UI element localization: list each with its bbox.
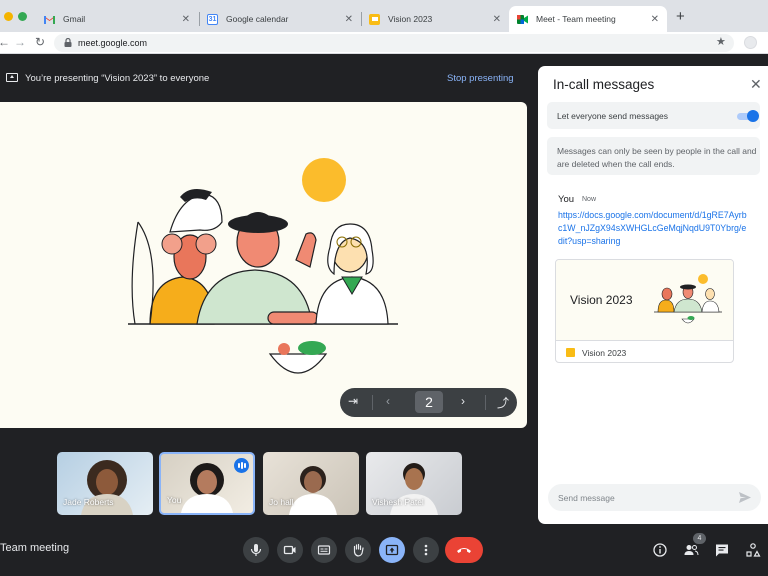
tab-vision-2023[interactable]: Vision 2023 ✕ (361, 6, 509, 32)
meeting-title: Team meeting (0, 542, 70, 554)
privacy-note-text: Messages can only be seen by people in t… (557, 146, 757, 169)
microphone-button[interactable] (243, 537, 269, 563)
lock-icon (64, 38, 72, 47)
chat-icon[interactable] (714, 542, 730, 558)
participant-tile[interactable]: Vishesh Patel (366, 452, 462, 515)
gmail-icon (44, 14, 55, 25)
privacy-note: Messages can only be seen by people in t… (547, 137, 760, 175)
participant-name: Jade Roberts (63, 497, 114, 507)
speaking-indicator-icon (234, 458, 249, 473)
people-count-badge: 4 (693, 533, 706, 544)
reload-icon[interactable]: ↻ (35, 35, 45, 49)
new-tab-button[interactable]: + (676, 8, 685, 25)
camera-button[interactable] (277, 537, 303, 563)
allow-messages-toggle[interactable] (737, 110, 759, 122)
participant-tile[interactable]: Jade Roberts (57, 452, 153, 515)
control-divider (485, 395, 486, 410)
in-call-messages-panel: In-call messages ✕ Let everyone send mes… (538, 66, 768, 524)
link-preview-thumbnail: Vision 2023 (556, 260, 733, 340)
slides-icon (566, 348, 575, 357)
back-arrow-icon[interactable]: ← (0, 35, 10, 49)
slide-illustration (128, 158, 398, 374)
participant-name: Jo hall (269, 497, 294, 507)
previous-slide-button[interactable]: ‹ (386, 394, 390, 408)
tab-gmail[interactable]: Gmail ✕ (36, 6, 198, 32)
window-maximize-button[interactable] (18, 12, 27, 21)
message-link[interactable]: https://docs.google.com/document/d/1gRE7… (558, 209, 748, 248)
tab-label: Meet - Team meeting (536, 14, 616, 24)
message-sender: You (558, 194, 575, 205)
forward-arrow-icon[interactable]: → (14, 35, 26, 49)
captions-button[interactable] (311, 537, 337, 563)
next-slide-button[interactable]: › (461, 394, 465, 408)
send-icon[interactable] (738, 491, 752, 504)
link-preview-footer: Vision 2023 (556, 340, 733, 362)
presenting-text: You’re presenting “Vision 2023” to every… (25, 73, 210, 84)
send-message-box (548, 484, 761, 511)
more-options-button[interactable] (413, 537, 439, 563)
url-text: meet.google.com (78, 38, 148, 48)
hand-icon (353, 543, 364, 557)
present-screen-icon (385, 544, 399, 556)
close-icon[interactable]: ✕ (182, 14, 190, 25)
captions-icon (317, 545, 331, 555)
browser-toolbar: ← → ↻ meet.google.com (0, 32, 768, 54)
bookmark-star-icon[interactable]: ★ (716, 35, 726, 48)
send-message-input[interactable] (558, 490, 728, 505)
control-divider (372, 395, 373, 410)
address-bar[interactable]: meet.google.com (54, 34, 734, 52)
preview-slide-title: Vision 2023 (570, 293, 633, 307)
raise-hand-button[interactable] (345, 537, 371, 563)
close-icon[interactable]: ✕ (345, 14, 353, 25)
link-preview-name: Vision 2023 (582, 348, 627, 358)
participant-name: Vishesh Patel (372, 497, 424, 507)
preview-illustration (654, 274, 722, 324)
calendar-favicon-text: 31 (208, 15, 217, 23)
presenting-banner: You’re presenting “Vision 2023” to every… (0, 66, 528, 90)
panel-title: In-call messages (553, 77, 655, 92)
tab-label: Vision 2023 (388, 14, 433, 24)
link-preview-card[interactable]: Vision 2023 Vision 2023 (555, 259, 734, 363)
profile-avatar[interactable] (744, 36, 757, 49)
microphone-icon (250, 544, 262, 556)
message-timestamp: Now (582, 196, 597, 203)
allow-messages-setting: Let everyone send messages (547, 102, 760, 129)
window-minimize-button[interactable] (4, 12, 13, 21)
people-icon[interactable] (683, 542, 699, 558)
present-screen-icon (6, 73, 18, 82)
slides-icon (369, 13, 380, 25)
participant-tile[interactable]: Jo hall (263, 452, 359, 515)
allow-messages-label: Let everyone send messages (557, 111, 669, 121)
tab-google-calendar[interactable]: 31 Google calendar ✕ (199, 6, 361, 32)
calendar-icon: 31 (207, 13, 218, 25)
stop-presenting-button[interactable]: Stop presenting (447, 73, 514, 84)
camera-icon (283, 545, 296, 555)
tab-label: Google calendar (226, 14, 289, 24)
shared-slide (0, 102, 527, 428)
present-now-button[interactable] (379, 537, 405, 563)
participant-name: You (167, 495, 182, 505)
leave-call-button[interactable] (445, 537, 483, 563)
slide-page-number: 2 (415, 391, 443, 413)
tab-meet-team-meeting[interactable]: Meet - Team meeting ✕ (509, 6, 667, 32)
activities-icon[interactable] (745, 542, 761, 558)
close-icon[interactable]: ✕ (750, 76, 762, 93)
close-icon[interactable]: ✕ (651, 14, 659, 25)
more-vertical-icon (424, 544, 428, 556)
exit-slideshow-icon[interactable]: ⇥ (348, 394, 358, 408)
meet-icon (517, 14, 528, 25)
meeting-details-info-icon[interactable] (652, 542, 668, 558)
share-icon[interactable]: ⤴ (497, 394, 509, 411)
phone-hangup-icon (457, 548, 471, 553)
browser-tab-bar: Gmail ✕ 31 Google calendar ✕ Vision 2023… (0, 0, 768, 32)
participant-tile-self[interactable]: You (159, 452, 255, 515)
slide-navigation-controls: ⇥ ‹ 2 › ⤴ (340, 388, 517, 417)
tab-label: Gmail (63, 14, 86, 24)
close-icon[interactable]: ✕ (493, 14, 501, 25)
